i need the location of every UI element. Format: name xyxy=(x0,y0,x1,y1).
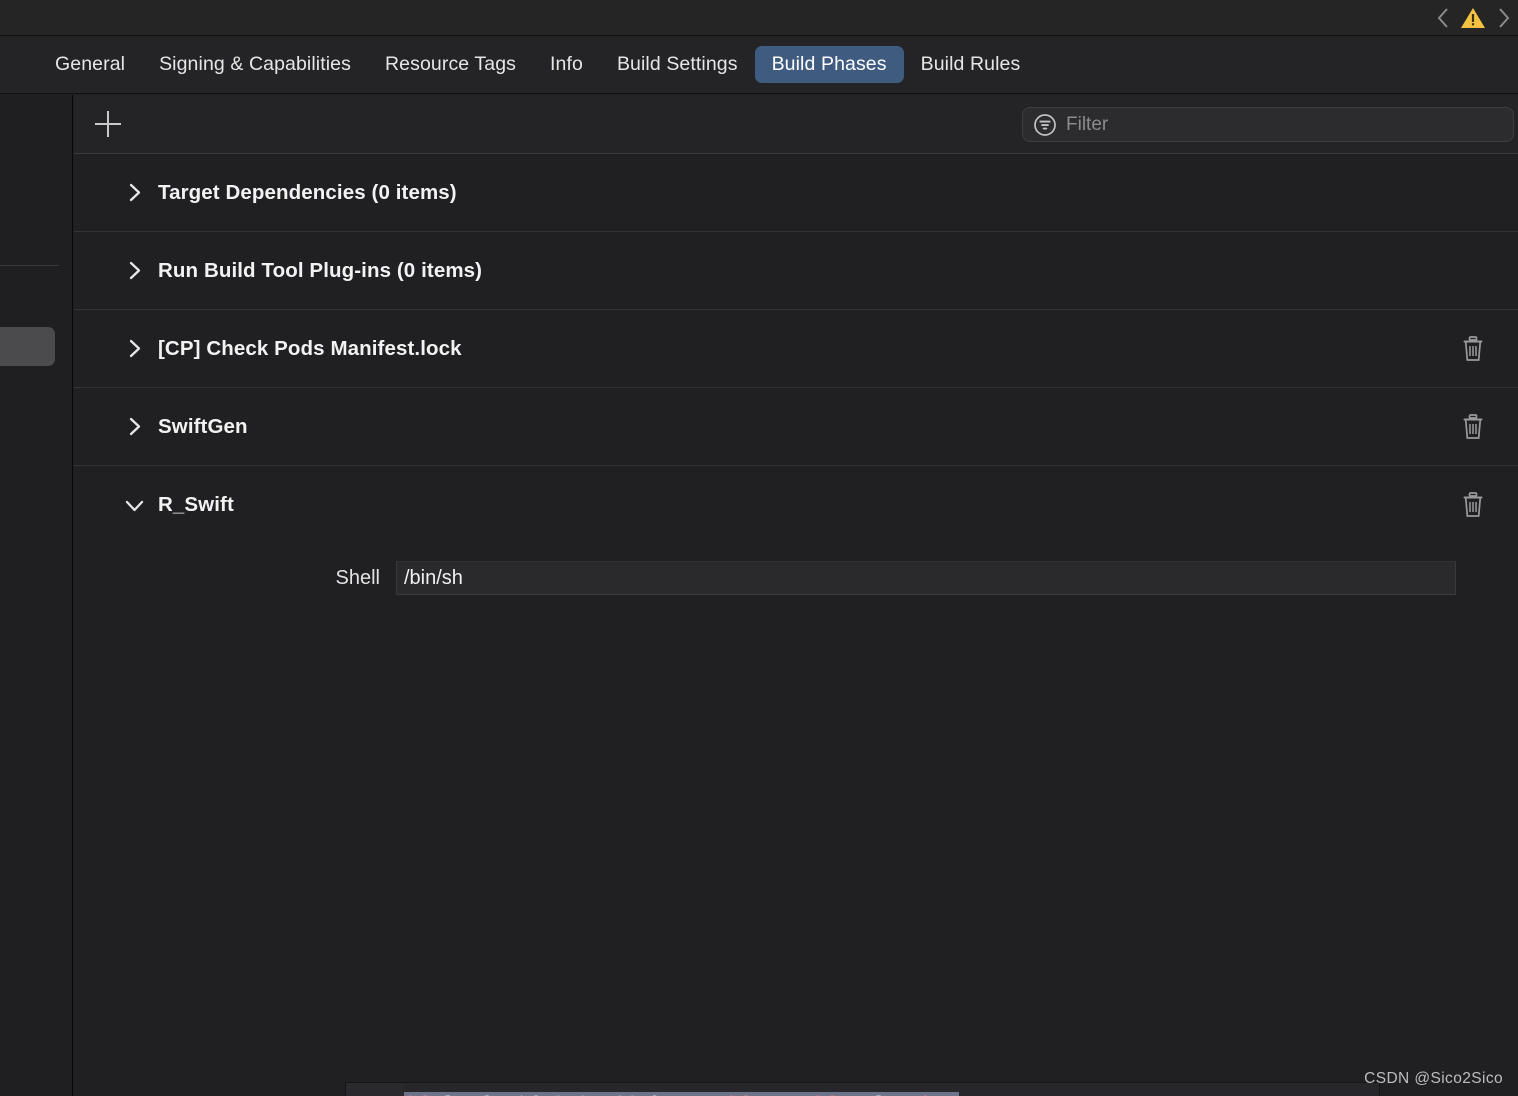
phase-title: R_Swift xyxy=(158,493,234,516)
chevron-right-icon[interactable] xyxy=(123,182,145,204)
filter-field[interactable]: Filter xyxy=(1022,107,1514,142)
build-phases-pane: Filter Target Dependencies (0 items) Run… xyxy=(74,95,1518,1096)
tab-signing-capabilities[interactable]: Signing & Capabilities xyxy=(142,46,368,83)
phase-title: Target Dependencies (0 items) xyxy=(158,180,457,204)
build-phases-toolbar: Filter xyxy=(74,95,1518,154)
code-token: /R.swift/rswift" xyxy=(663,1092,860,1096)
watermark: CSDN @Sico2Sico xyxy=(1364,1070,1503,1087)
project-navigator-sidebar xyxy=(0,95,73,1096)
tab-build-settings[interactable]: Build Settings xyxy=(600,46,755,83)
trash-icon[interactable] xyxy=(1460,413,1486,441)
shell-input[interactable] xyxy=(396,561,1456,595)
warning-triangle-icon[interactable] xyxy=(1460,6,1486,30)
sidebar-selected-item[interactable] xyxy=(0,327,55,366)
chevron-right-icon[interactable] xyxy=(1496,7,1510,29)
tab-build-rules[interactable]: Build Rules xyxy=(904,46,1038,83)
code-token: if xyxy=(404,1092,429,1096)
plus-icon[interactable] xyxy=(93,109,123,139)
line-number: 1 xyxy=(346,1087,404,1096)
tab-general[interactable]: General xyxy=(38,46,142,83)
sidebar-separator xyxy=(0,265,59,266)
phase-title: Run Build Tool Plug-ins (0 items) xyxy=(158,258,483,282)
xcode-target-editor: General Signing & Capabilities Resource … xyxy=(0,0,1518,1096)
trash-icon[interactable] xyxy=(1460,335,1486,363)
chevron-right-icon[interactable] xyxy=(123,338,145,360)
code-line: if [ -f "${PODS_ROOT}/R.swift/rswift" ];… xyxy=(404,1087,1379,1096)
tab-build-phases[interactable]: Build Phases xyxy=(754,46,904,83)
chevron-right-icon[interactable] xyxy=(123,416,145,438)
phase-title: [CP] Check Pods Manifest.lock xyxy=(158,336,462,360)
phase-row-r-swift[interactable]: R_Swift xyxy=(74,466,1518,544)
phase-row-check-pods-manifest[interactable]: [CP] Check Pods Manifest.lock xyxy=(74,310,1518,388)
code-token: [ -f xyxy=(429,1092,503,1096)
editor-tabbar: General Signing & Capabilities Resource … xyxy=(0,36,1518,94)
trash-icon[interactable] xyxy=(1460,491,1486,519)
phase-row-swiftgen[interactable]: SwiftGen xyxy=(74,388,1518,466)
phase-row-target-dependencies[interactable]: Target Dependencies (0 items) xyxy=(74,154,1518,232)
code-token: ]; xyxy=(861,1092,910,1096)
tab-info[interactable]: Info xyxy=(533,46,600,83)
phase-title: SwiftGen xyxy=(158,414,248,438)
script-code-editor[interactable]: 12.34. if [ -f "${PODS_ROOT}/R.swift/rsw… xyxy=(345,1082,1380,1096)
navigation-cluster xyxy=(1436,0,1510,36)
tab-resource-tags[interactable]: Resource Tags xyxy=(368,46,533,83)
phase-row-run-build-tool-plugins[interactable]: Run Build Tool Plug-ins (0 items) xyxy=(74,232,1518,310)
script-code-area[interactable]: if [ -f "${PODS_ROOT}/R.swift/rswift" ];… xyxy=(404,1083,1379,1096)
run-script-phase-body: Shell 12.34. if [ -f "${PODS_ROOT}/R.swi… xyxy=(74,561,1518,1096)
filter-placeholder: Filter xyxy=(1066,113,1109,135)
window-topbar xyxy=(0,0,1518,36)
line-number-gutter: 12.34. xyxy=(346,1083,404,1096)
code-token: then xyxy=(910,1092,959,1096)
shell-label: Shell xyxy=(335,566,380,589)
chevron-left-icon[interactable] xyxy=(1436,7,1450,29)
chevron-down-icon[interactable] xyxy=(123,494,145,516)
filter-icon xyxy=(1034,113,1056,136)
chevron-right-icon[interactable] xyxy=(123,260,145,282)
code-token: "${PODS_ROOT} xyxy=(503,1092,663,1096)
shell-row: Shell xyxy=(74,561,1518,595)
